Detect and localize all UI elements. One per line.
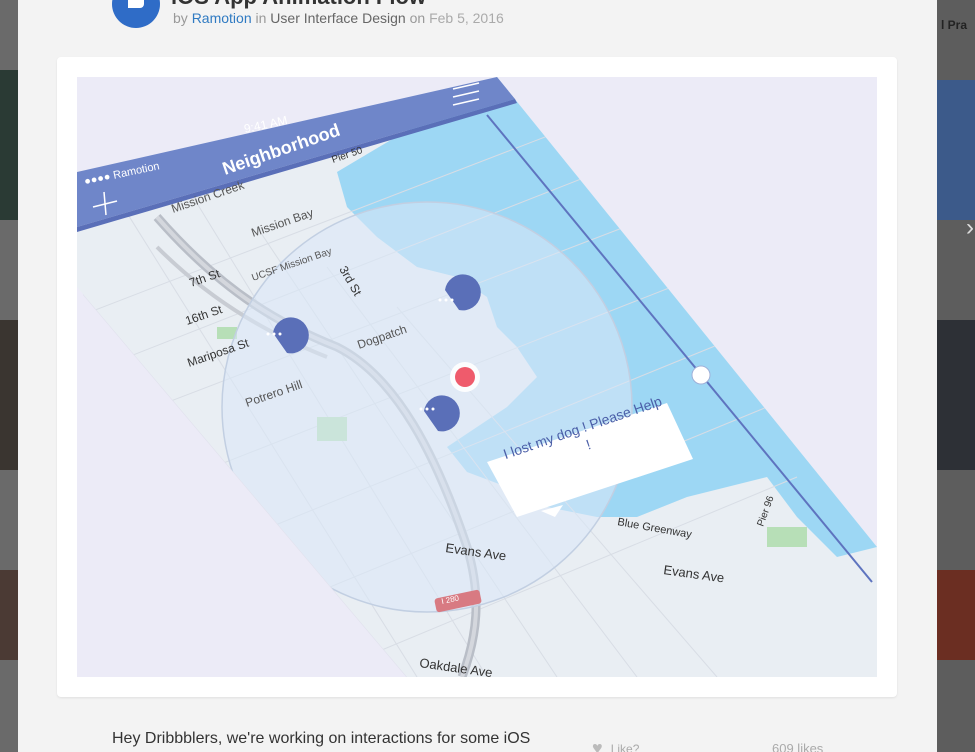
avatar[interactable] (112, 0, 160, 28)
background-left-edge (0, 0, 18, 752)
background-heading: l Pra (941, 18, 968, 32)
like-button[interactable]: ♥ Like? (592, 738, 639, 752)
radius-slider-handle[interactable] (691, 365, 711, 385)
in-label: in (255, 10, 267, 26)
like-label: Like? (610, 741, 640, 752)
app-mockup: ●●●● Ramotion 9:41 AM Neighborhood Missi… (77, 77, 877, 677)
shot-date: Feb 5, 2016 (429, 10, 504, 26)
next-shot-arrow-icon[interactable]: › (966, 214, 974, 242)
shot-image[interactable]: ●●●● Ramotion 9:41 AM Neighborhood Missi… (77, 77, 877, 677)
shot-card: ●●●● Ramotion 9:41 AM Neighborhood Missi… (57, 57, 897, 697)
category-link[interactable]: User Interface Design (270, 10, 405, 26)
likes-count[interactable]: 609 likes (772, 741, 823, 752)
shot-title: iOS App Animation Flow (171, 0, 426, 10)
author-link[interactable]: Ramotion (192, 10, 252, 26)
background-right-edge: l Pra (937, 0, 975, 752)
shot-modal: iOS App Animation Flow by Ramotion in Us… (18, 0, 937, 752)
user-location-dot (450, 362, 480, 392)
shot-description: Hey Dribbblers, we're working on interac… (112, 730, 531, 747)
byline: by Ramotion in User Interface Design on … (173, 10, 504, 26)
by-label: by (173, 10, 188, 26)
heart-icon: ♥ (592, 738, 603, 752)
on-label: on (409, 10, 426, 26)
